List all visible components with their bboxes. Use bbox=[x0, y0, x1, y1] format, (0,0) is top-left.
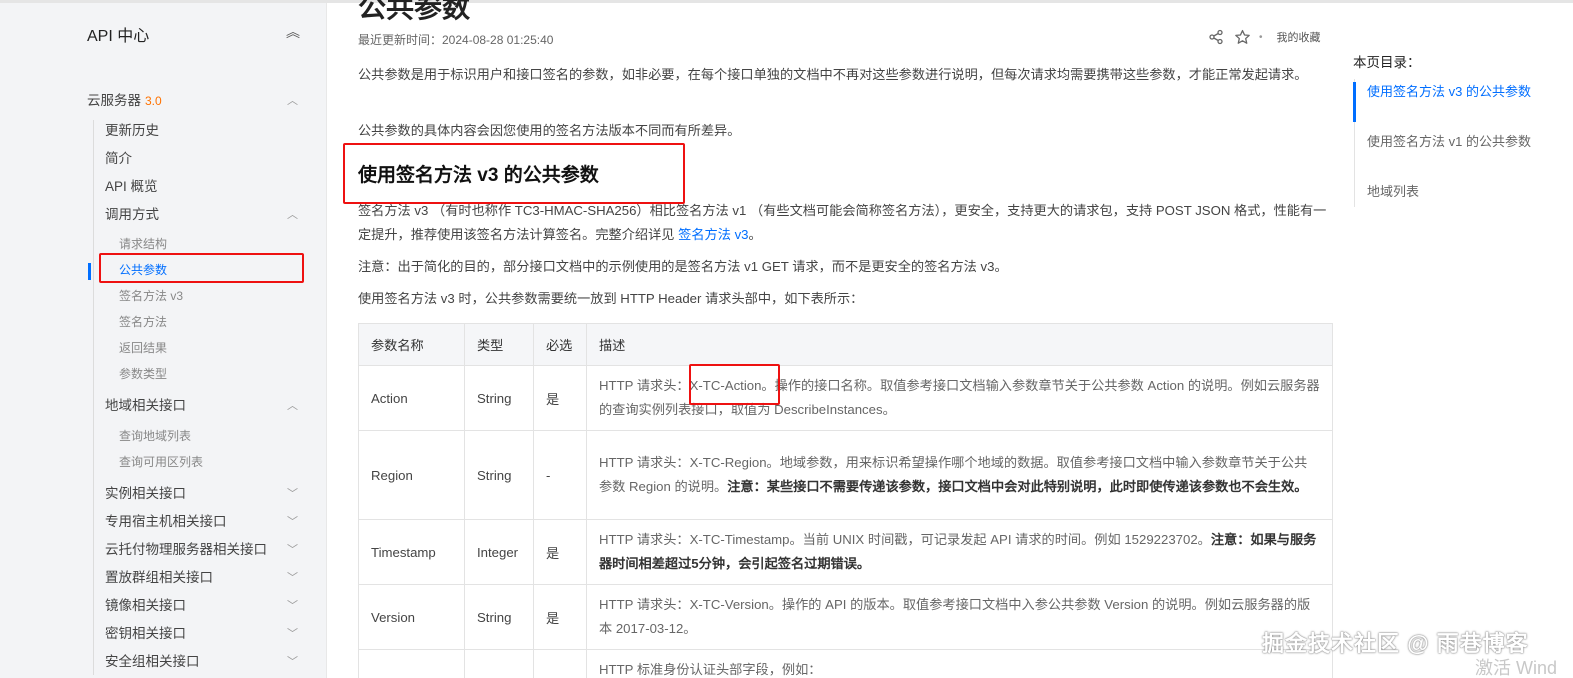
param-type: Integer bbox=[464, 519, 534, 585]
chevron-up-icon: ︿ bbox=[287, 400, 298, 412]
sidebar-title: API 中心 bbox=[87, 28, 150, 45]
sidebar: API 中心 ︽ 云服务器 3.0 ︿ 更新历史 简介 API 概览 调用方式 ︿… bbox=[0, 3, 327, 678]
table-row: Timestamp Integer 是 HTTP 请求头：X-TC-Timest… bbox=[358, 519, 1333, 585]
table-row: Region String - HTTP 请求头：X-TC-Region。地域参… bbox=[358, 430, 1333, 520]
sidebar-sub-response[interactable]: 返回结果 bbox=[0, 335, 326, 361]
col-header-name: 参数名称 bbox=[358, 323, 465, 366]
v3-description: 签名方法 v3 （有时也称作 TC3-HMAC-SHA256）相比签名方法 v1… bbox=[358, 203, 1327, 242]
sidebar-group-hosted-server[interactable]: 云托付物理服务器相关接口 ﹀ bbox=[0, 537, 326, 563]
chevron-down-icon: ﹀ bbox=[287, 628, 298, 640]
sidebar-sub-signature[interactable]: 签名方法 bbox=[0, 309, 326, 335]
sidebar-product-cvm[interactable]: 云服务器 3.0 ︿ bbox=[0, 88, 326, 114]
table-row: HTTP 标准身份认证头部字段，例如： bbox=[358, 649, 1333, 678]
share-icon[interactable] bbox=[1207, 28, 1225, 46]
sidebar-sub-zone-list[interactable]: 查询可用区列表 bbox=[0, 449, 326, 475]
separator-dot: • bbox=[1259, 31, 1263, 43]
sidebar-group-dedicated-host[interactable]: 专用宿主机相关接口 ﹀ bbox=[0, 509, 326, 535]
param-required bbox=[533, 649, 587, 678]
header-instruction: 使用签名方法 v3 时，公共参数需要统一放到 HTTP Header 请求头部中… bbox=[358, 291, 864, 306]
sidebar-item-intro[interactable]: 简介 bbox=[0, 146, 326, 172]
last-updated: 最近更新时间：2024-08-28 01:25:40 bbox=[358, 33, 554, 47]
chevron-down-icon: ﹀ bbox=[287, 656, 298, 668]
x-tc-action-key: X-TC-Action bbox=[689, 378, 762, 393]
toc-item-v1[interactable]: 使用签名方法 v1 的公共参数 bbox=[1367, 131, 1537, 153]
param-type: String bbox=[464, 584, 534, 650]
main-content: 公共参数 最近更新时间：2024-08-28 01:25:40 • 我的收藏 公… bbox=[327, 0, 1347, 678]
star-icon[interactable] bbox=[1233, 28, 1251, 46]
page-title: 公共参数 bbox=[358, 0, 471, 23]
param-desc: HTTP 请求头：X-TC-Action。操作的接口名称。取值参考接口文档输入参… bbox=[586, 365, 1333, 431]
intro-paragraph: 公共参数是用于标识用户和接口签名的参数，如非必要，在每个接口单独的文档中不再对这… bbox=[358, 67, 1308, 82]
chevron-down-icon: ﹀ bbox=[287, 544, 298, 556]
toc-item-v3[interactable]: 使用签名方法 v3 的公共参数 bbox=[1367, 81, 1537, 103]
sidebar-item-calling[interactable]: 调用方式 ︿ bbox=[0, 202, 326, 228]
chevron-up-icon: ︿ bbox=[287, 209, 298, 221]
param-type: String bbox=[464, 430, 534, 520]
chevron-down-icon: ﹀ bbox=[287, 488, 298, 500]
param-type bbox=[464, 649, 534, 678]
sidebar-group-placement[interactable]: 置放群组相关接口 ﹀ bbox=[0, 565, 326, 591]
param-name: Action bbox=[358, 365, 465, 431]
signature-v3-link[interactable]: 签名方法 v3 bbox=[678, 227, 748, 242]
chevron-down-icon: ﹀ bbox=[287, 516, 298, 528]
col-header-desc: 描述 bbox=[586, 323, 1333, 366]
product-version: 3.0 bbox=[145, 94, 162, 108]
table-row: Version String 是 HTTP 请求头：X-TC-Version。操… bbox=[358, 584, 1333, 650]
param-required: 是 bbox=[533, 584, 587, 650]
param-required: 是 bbox=[533, 519, 587, 585]
sidebar-sub-param-types[interactable]: 参数类型 bbox=[0, 361, 326, 387]
sidebar-sub-common-params[interactable]: 公共参数 bbox=[0, 257, 326, 283]
sidebar-group-image[interactable]: 镜像相关接口 ﹀ bbox=[0, 593, 326, 619]
param-name: Region bbox=[358, 430, 465, 520]
windows-activation-text: 激活 Wind bbox=[1475, 658, 1558, 678]
param-name bbox=[358, 649, 465, 678]
param-name: Version bbox=[358, 584, 465, 650]
sidebar-item-api-overview[interactable]: API 概览 bbox=[0, 174, 326, 200]
common-params-table: 参数名称 类型 必选 描述 Action String 是 HTTP 请求头：X… bbox=[358, 323, 1333, 678]
toc-active-indicator bbox=[1353, 82, 1356, 122]
sidebar-group-security-group[interactable]: 安全组相关接口 ﹀ bbox=[0, 649, 326, 675]
chevron-down-icon: ﹀ bbox=[287, 572, 298, 584]
page-toc: 本页目录： 使用签名方法 v3 的公共参数 使用签名方法 v1 的公共参数 地域… bbox=[1353, 0, 1573, 678]
sidebar-item-history[interactable]: 更新历史 bbox=[0, 118, 326, 144]
sidebar-group-keypair[interactable]: 密钥相关接口 ﹀ bbox=[0, 621, 326, 647]
toc-item-regions[interactable]: 地域列表 bbox=[1367, 181, 1537, 203]
param-desc: HTTP 请求头：X-TC-Timestamp。当前 UNIX 时间戳，可记录发… bbox=[586, 519, 1333, 585]
product-label: 云服务器 bbox=[87, 93, 141, 108]
col-header-required: 必选 bbox=[533, 323, 587, 366]
variation-paragraph: 公共参数的具体内容会因您使用的签名方法版本不同而有所差异。 bbox=[358, 123, 741, 138]
collapse-double-chevron-icon[interactable]: ︽ bbox=[286, 22, 300, 42]
param-desc: HTTP 请求头：X-TC-Region。地域参数，用来标识希望操作哪个地域的数… bbox=[586, 430, 1333, 520]
toc-title: 本页目录： bbox=[1353, 55, 1421, 70]
section-heading-v3: 使用签名方法 v3 的公共参数 bbox=[358, 165, 599, 186]
chevron-down-icon: ﹀ bbox=[287, 600, 298, 612]
param-desc: HTTP 请求头：X-TC-Version。操作的 API 的版本。取值参考接口… bbox=[586, 584, 1333, 650]
param-desc: HTTP 标准身份认证头部字段，例如： bbox=[586, 649, 1333, 678]
param-required: 是 bbox=[533, 365, 587, 431]
param-type: String bbox=[464, 365, 534, 431]
table-header-row: 参数名称 类型 必选 描述 bbox=[358, 323, 1333, 366]
sidebar-sub-signature-v3[interactable]: 签名方法 v3 bbox=[0, 283, 326, 309]
page-actions: • 我的收藏 bbox=[1207, 27, 1321, 47]
sidebar-group-region[interactable]: 地域相关接口 ︿ bbox=[0, 393, 326, 419]
param-required: - bbox=[533, 430, 587, 520]
sidebar-sub-region-list[interactable]: 查询地域列表 bbox=[0, 423, 326, 449]
col-header-type: 类型 bbox=[464, 323, 534, 366]
favorites-link[interactable]: 我的收藏 bbox=[1277, 29, 1321, 45]
sidebar-group-instance[interactable]: 实例相关接口 ﹀ bbox=[0, 481, 326, 507]
param-name: Timestamp bbox=[358, 519, 465, 585]
chevron-up-icon: ︿ bbox=[287, 95, 298, 107]
note-paragraph: 注意：出于简化的目的，部分接口文档中的示例使用的是签名方法 v1 GET 请求，… bbox=[358, 259, 1008, 274]
sidebar-sub-request-structure[interactable]: 请求结构 bbox=[0, 231, 326, 257]
table-row: Action String 是 HTTP 请求头：X-TC-Action。操作的… bbox=[358, 365, 1333, 431]
